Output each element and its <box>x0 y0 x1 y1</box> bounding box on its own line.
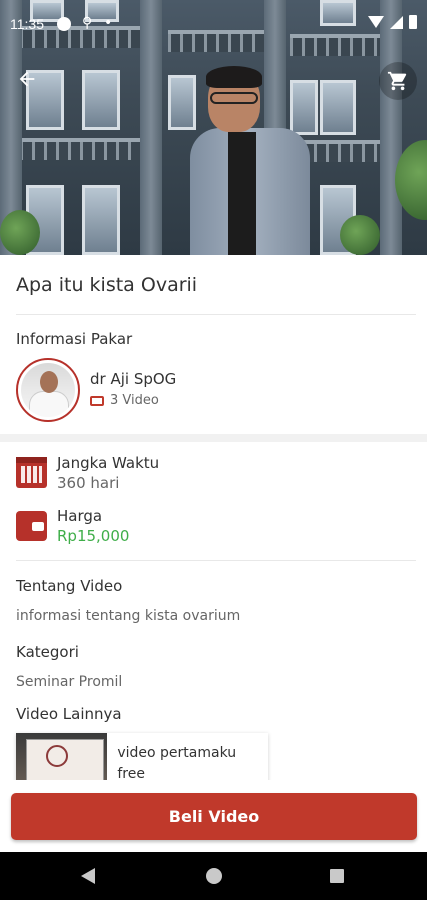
signal-dot-icon: • <box>104 15 113 31</box>
category-value: Seminar Promil <box>16 674 123 690</box>
duration-label: Jangka Waktu <box>57 454 160 472</box>
price-value: Rp15,000 <box>57 527 130 545</box>
other-videos-label: Video Lainnya <box>16 705 122 723</box>
nav-back-icon[interactable] <box>81 868 95 884</box>
arrow-left-icon <box>19 71 35 87</box>
expert-name[interactable]: dr Aji SpOG <box>90 370 176 388</box>
notification-icon <box>57 17 71 31</box>
battery-icon <box>409 15 417 29</box>
price-label: Harga <box>57 507 103 525</box>
expert-video-count-label: 3 Video <box>110 393 159 408</box>
cart-button[interactable] <box>379 62 417 100</box>
about-text: informasi tentang kista ovarium <box>16 608 241 624</box>
system-nav-bar <box>0 852 427 900</box>
cart-icon <box>387 71 407 91</box>
category-label: Kategori <box>16 643 79 661</box>
page-title: Apa itu kista Ovarii <box>16 274 198 296</box>
tv-icon <box>90 395 104 406</box>
divider <box>16 560 416 561</box>
duration-value: 360 hari <box>57 474 120 492</box>
wifi-icon <box>368 16 384 28</box>
expert-photo <box>190 66 310 255</box>
buy-video-button[interactable]: Beli Video <box>11 793 417 840</box>
expert-video-count: 3 Video <box>90 393 159 408</box>
calendar-icon <box>16 457 47 488</box>
about-label: Tentang Video <box>16 577 123 595</box>
nav-recents-icon[interactable] <box>330 869 344 883</box>
wallet-icon <box>16 511 47 541</box>
expert-section-label: Informasi Pakar <box>16 330 133 348</box>
status-bar: 11:35 ⚲ • <box>0 0 427 48</box>
section-separator <box>0 434 427 442</box>
back-button[interactable] <box>10 62 44 96</box>
location-icon: ⚲ <box>82 15 93 31</box>
cell-signal-icon <box>390 15 403 29</box>
nav-home-icon[interactable] <box>206 868 222 884</box>
status-time: 11:35 <box>10 16 44 32</box>
expert-avatar[interactable] <box>16 358 80 422</box>
divider <box>16 314 416 315</box>
